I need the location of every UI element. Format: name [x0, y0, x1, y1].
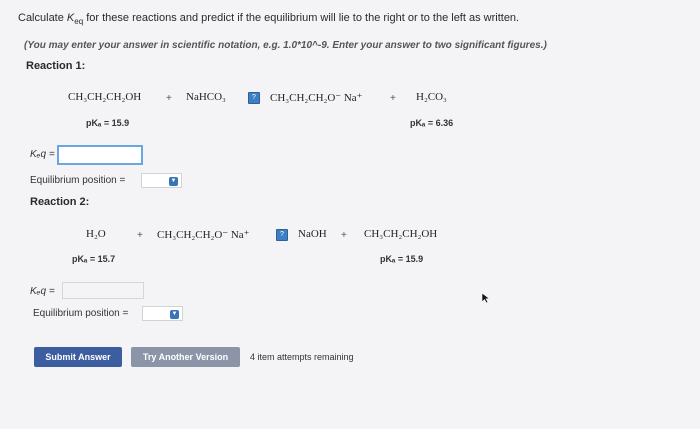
prompt-text-start: Calculate — [18, 12, 67, 24]
reaction2-plus2: + — [341, 230, 347, 241]
reaction2-heading: Reaction 2: — [30, 196, 90, 208]
reaction1-position-label: Equilibrium position = — [30, 175, 126, 186]
reaction2-product2: CH₃CH₂CH₂OH — [364, 228, 438, 240]
reaction1-heading: Reaction 1: — [26, 60, 86, 72]
reaction2-product1: NaOH — [298, 228, 327, 240]
try-another-version-button[interactable]: Try Another Version — [131, 347, 240, 367]
reaction1-reactant1: CH₃CH₂CH₂OH — [68, 91, 142, 103]
reaction1-pka-left: pKₐ = 15.9 — [86, 118, 130, 128]
reaction2-keq-label: Kₑq = — [30, 286, 55, 297]
reaction2-reactant1: H₂O — [86, 228, 106, 240]
equilibrium-arrows-icon: ? — [276, 229, 288, 241]
mouse-cursor-icon — [481, 292, 491, 304]
question-prompt: Calculate Keq for these reactions and pr… — [18, 12, 519, 26]
attempts-remaining-text: 4 item attempts remaining — [250, 352, 354, 362]
reaction2-plus1: + — [137, 230, 143, 241]
chevron-down-icon: ▼ — [169, 177, 178, 186]
reaction2-reactant2: CH₃CH₂CH₂O⁻ Na⁺ — [157, 229, 250, 241]
chevron-down-icon: ▼ — [170, 310, 179, 319]
submit-answer-button[interactable]: Submit Answer — [34, 347, 122, 367]
reaction1-pka-right: pKₐ = 6.36 — [410, 118, 454, 128]
reaction2-position-select[interactable]: ▼ — [142, 306, 183, 321]
reaction1-position-select[interactable]: ▼ — [141, 173, 182, 188]
reaction1-plus2: + — [390, 93, 396, 104]
reaction1-product2: H₂CO₃ — [416, 91, 447, 103]
reaction2-pka-left: pKₐ = 15.7 — [72, 254, 116, 264]
reaction2-position-label: Equilibrium position = — [33, 308, 129, 319]
reaction2-keq-input[interactable] — [62, 282, 144, 299]
keq-symbol: Keq — [66, 12, 84, 27]
prompt-text-end: for these reactions and predict if the e… — [83, 12, 520, 24]
reaction2-pka-right: pKₐ = 15.9 — [380, 254, 424, 264]
equilibrium-arrows-icon: ? — [248, 92, 260, 104]
answer-format-hint: (You may enter your answer in scientific… — [24, 40, 547, 51]
reaction1-reactant2: NaHCO₃ — [186, 91, 226, 103]
reaction1-keq-input[interactable] — [57, 145, 143, 165]
reaction1-plus1: + — [166, 93, 172, 104]
reaction1-keq-label: Kₑq = — [30, 149, 55, 160]
reaction1-product1: CH₃CH₂CH₂O⁻ Na⁺ — [270, 92, 363, 104]
